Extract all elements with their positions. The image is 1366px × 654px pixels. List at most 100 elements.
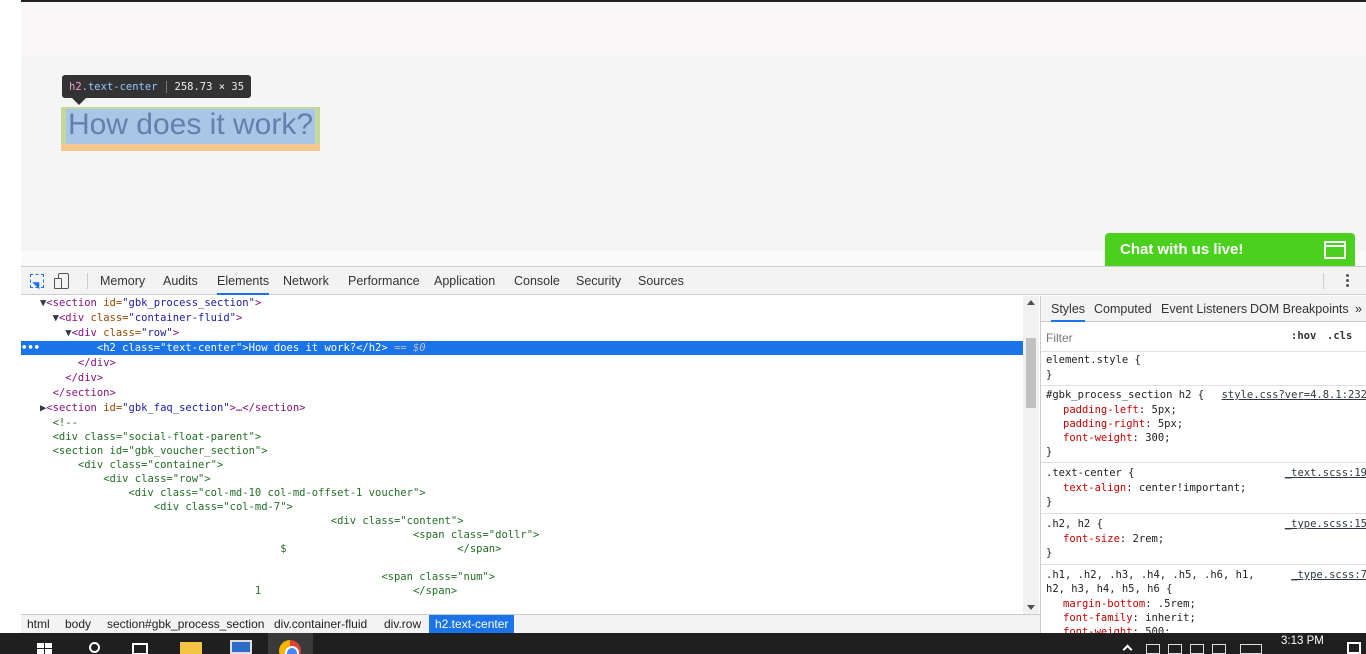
rule-selector: .h2, h2 {: [1046, 518, 1103, 530]
hover-state-toggle[interactable]: :hov: [1291, 330, 1316, 342]
rule-source-link[interactable]: style.css?ver=4.8.1:232: [1222, 389, 1366, 401]
tab-sources[interactable]: Sources: [638, 267, 684, 295]
dom-tag: <div: [71, 327, 97, 339]
inspect-element-icon[interactable]: [30, 274, 44, 288]
dom-comment[interactable]: <div class="container">: [21, 458, 1023, 472]
taskbar-clock[interactable]: 3:13 PM: [1281, 635, 1324, 647]
dom-comment[interactable]: <div class="row">: [21, 472, 1023, 486]
breadcrumb-item-html[interactable]: html: [21, 615, 56, 634]
device-toolbar-icon[interactable]: [54, 273, 69, 289]
dom-attr: id=: [96, 297, 123, 309]
css-property[interactable]: text-align: center!important;: [1063, 482, 1246, 494]
tab-audits[interactable]: Audits: [163, 267, 198, 295]
dom-comment[interactable]: <div class="col-md-10 col-md-offset-1 vo…: [21, 486, 1023, 500]
rule-source-link[interactable]: _type.scss:15: [1285, 518, 1366, 530]
css-property[interactable]: font-size: 2rem;: [1063, 533, 1164, 545]
tab-application[interactable]: Application: [434, 267, 495, 295]
page-viewport: h2 .text-center 258.73 × 35 How does it w…: [0, 0, 1366, 266]
dom-comment-text: <section id="gbk_voucher_section">: [52, 445, 268, 457]
tab-network[interactable]: Network: [283, 267, 329, 295]
dom-comment[interactable]: <span class="num">: [21, 570, 1023, 584]
style-rule-headings[interactable]: .h1, .h2, .h3, .h4, .h5, .h6, h1, _type.…: [1041, 565, 1366, 634]
dom-node-close-div[interactable]: </div>: [21, 371, 1023, 385]
tab-styles[interactable]: Styles: [1051, 296, 1086, 322]
dom-value: "gbk_process_section": [122, 297, 255, 309]
tab-event-listeners[interactable]: Event Listeners: [1161, 296, 1247, 322]
volume-icon[interactable]: [1212, 644, 1226, 654]
style-rule-h2[interactable]: .h2, h2 { _type.scss:15 font-size: 2rem;…: [1041, 514, 1366, 565]
style-rule-process-h2[interactable]: #gbk_process_section h2 { style.css?ver=…: [1041, 386, 1366, 463]
dom-comment[interactable]: <div class="social-float-parent">: [21, 430, 1023, 444]
tray-chevron-icon[interactable]: [1122, 644, 1133, 654]
scroll-down-icon[interactable]: [1027, 605, 1035, 610]
dom-node-process-section[interactable]: ▼<section id="gbk_process_section">: [21, 296, 1023, 310]
keyboard-icon[interactable]: [1240, 644, 1262, 654]
windows-start-icon[interactable]: [37, 643, 52, 654]
dom-comment-text: <!--: [52, 417, 78, 429]
dom-selected-marker: == $0: [387, 342, 426, 354]
dom-comment[interactable]: $ </span>: [21, 542, 1023, 556]
tab-security[interactable]: Security: [576, 267, 621, 295]
chat-widget[interactable]: Chat with us live!: [1105, 233, 1355, 266]
dom-comment[interactable]: <section id="gbk_voucher_section">: [21, 444, 1023, 458]
dom-comment[interactable]: <!--: [21, 416, 1023, 430]
breadcrumb-item-container[interactable]: div.container-fluid: [268, 615, 373, 634]
dom-tree-scrollbar[interactable]: [1023, 296, 1039, 614]
css-property[interactable]: font-family: inherit;: [1063, 612, 1196, 624]
dom-comment[interactable]: <div class="col-md-7">: [21, 500, 1023, 514]
task-view-icon[interactable]: [132, 643, 148, 654]
tab-computed[interactable]: Computed: [1094, 296, 1152, 322]
dom-node-close-div[interactable]: </div>: [21, 356, 1023, 370]
rule-close-brace: }: [1046, 446, 1053, 458]
more-options-icon[interactable]: [1346, 274, 1350, 288]
dom-node-container-fluid[interactable]: ▼<div class="container-fluid">: [21, 311, 1023, 325]
css-property[interactable]: padding-left: 5px;: [1063, 404, 1177, 416]
dom-tree[interactable]: ▼<section id="gbk_process_section"> ▼<di…: [21, 296, 1023, 614]
node-actions-icon[interactable]: •••: [21, 342, 40, 354]
css-property[interactable]: padding-right: 5px;: [1063, 418, 1183, 430]
devtools-panel: Memory Audits Elements Network Performan…: [21, 266, 1366, 634]
dom-value: "gbk_faq_section": [122, 402, 230, 414]
css-property[interactable]: margin-bottom: .5rem;: [1063, 598, 1196, 610]
dom-attr: class=: [115, 342, 161, 354]
file-explorer-icon[interactable]: [180, 642, 202, 654]
more-tabs-icon[interactable]: »: [1355, 296, 1362, 322]
chat-expand-icon[interactable]: [1324, 241, 1346, 259]
rule-source-link[interactable]: _type.scss:7: [1291, 569, 1366, 581]
app-icon[interactable]: [230, 640, 252, 654]
system-tray-icons[interactable]: [1146, 644, 1266, 654]
tab-memory[interactable]: Memory: [100, 267, 145, 295]
scroll-up-icon[interactable]: [1027, 300, 1035, 305]
search-icon[interactable]: [89, 642, 100, 653]
rule-source-link[interactable]: _text.scss:19: [1285, 467, 1366, 479]
tray-icon[interactable]: [1146, 644, 1160, 654]
dom-node-faq-section[interactable]: ▶<section id="gbk_faq_section">…</sectio…: [21, 401, 1023, 415]
style-rule-text-center[interactable]: .text-center { _text.scss:19 text-align:…: [1041, 463, 1366, 514]
css-property[interactable]: font-weight: 300;: [1063, 432, 1171, 444]
dom-comment[interactable]: 1 </span>: [21, 584, 1023, 598]
breadcrumb-item-section[interactable]: section#gbk_process_section: [101, 615, 270, 634]
collapse-arrow-icon: ▼: [21, 312, 59, 324]
class-toggle[interactable]: .cls: [1327, 330, 1352, 342]
dom-comment[interactable]: <span class="dollr">: [21, 528, 1023, 542]
notification-icon[interactable]: [1347, 642, 1361, 654]
dom-node-close-section[interactable]: </section>: [21, 386, 1023, 400]
dom-node-h2-selected[interactable]: ••• <h2 class="text-center">How does it …: [21, 341, 1023, 355]
scroll-thumb[interactable]: [1026, 338, 1036, 408]
breadcrumb-item-body[interactable]: body: [59, 615, 97, 634]
rule-close-brace: }: [1046, 496, 1053, 508]
network-icon[interactable]: [1190, 644, 1204, 654]
tab-console[interactable]: Console: [514, 267, 560, 295]
breadcrumb-item-h2[interactable]: h2.text-center: [429, 615, 515, 634]
tab-performance[interactable]: Performance: [348, 267, 420, 295]
dom-tag: </div>: [77, 357, 116, 369]
dom-comment[interactable]: <div class="content">: [21, 514, 1023, 528]
dom-tag: >: [235, 312, 243, 324]
tab-dom-breakpoints[interactable]: DOM Breakpoints: [1250, 296, 1349, 322]
style-rule-element[interactable]: element.style { }: [1041, 353, 1366, 386]
drive-icon[interactable]: [1168, 644, 1182, 654]
dom-node-row[interactable]: ▼<div class="row">: [21, 326, 1023, 340]
styles-filter-input[interactable]: [1046, 329, 1266, 347]
tab-elements[interactable]: Elements: [217, 267, 270, 295]
breadcrumb-item-row[interactable]: div.row: [378, 615, 427, 634]
